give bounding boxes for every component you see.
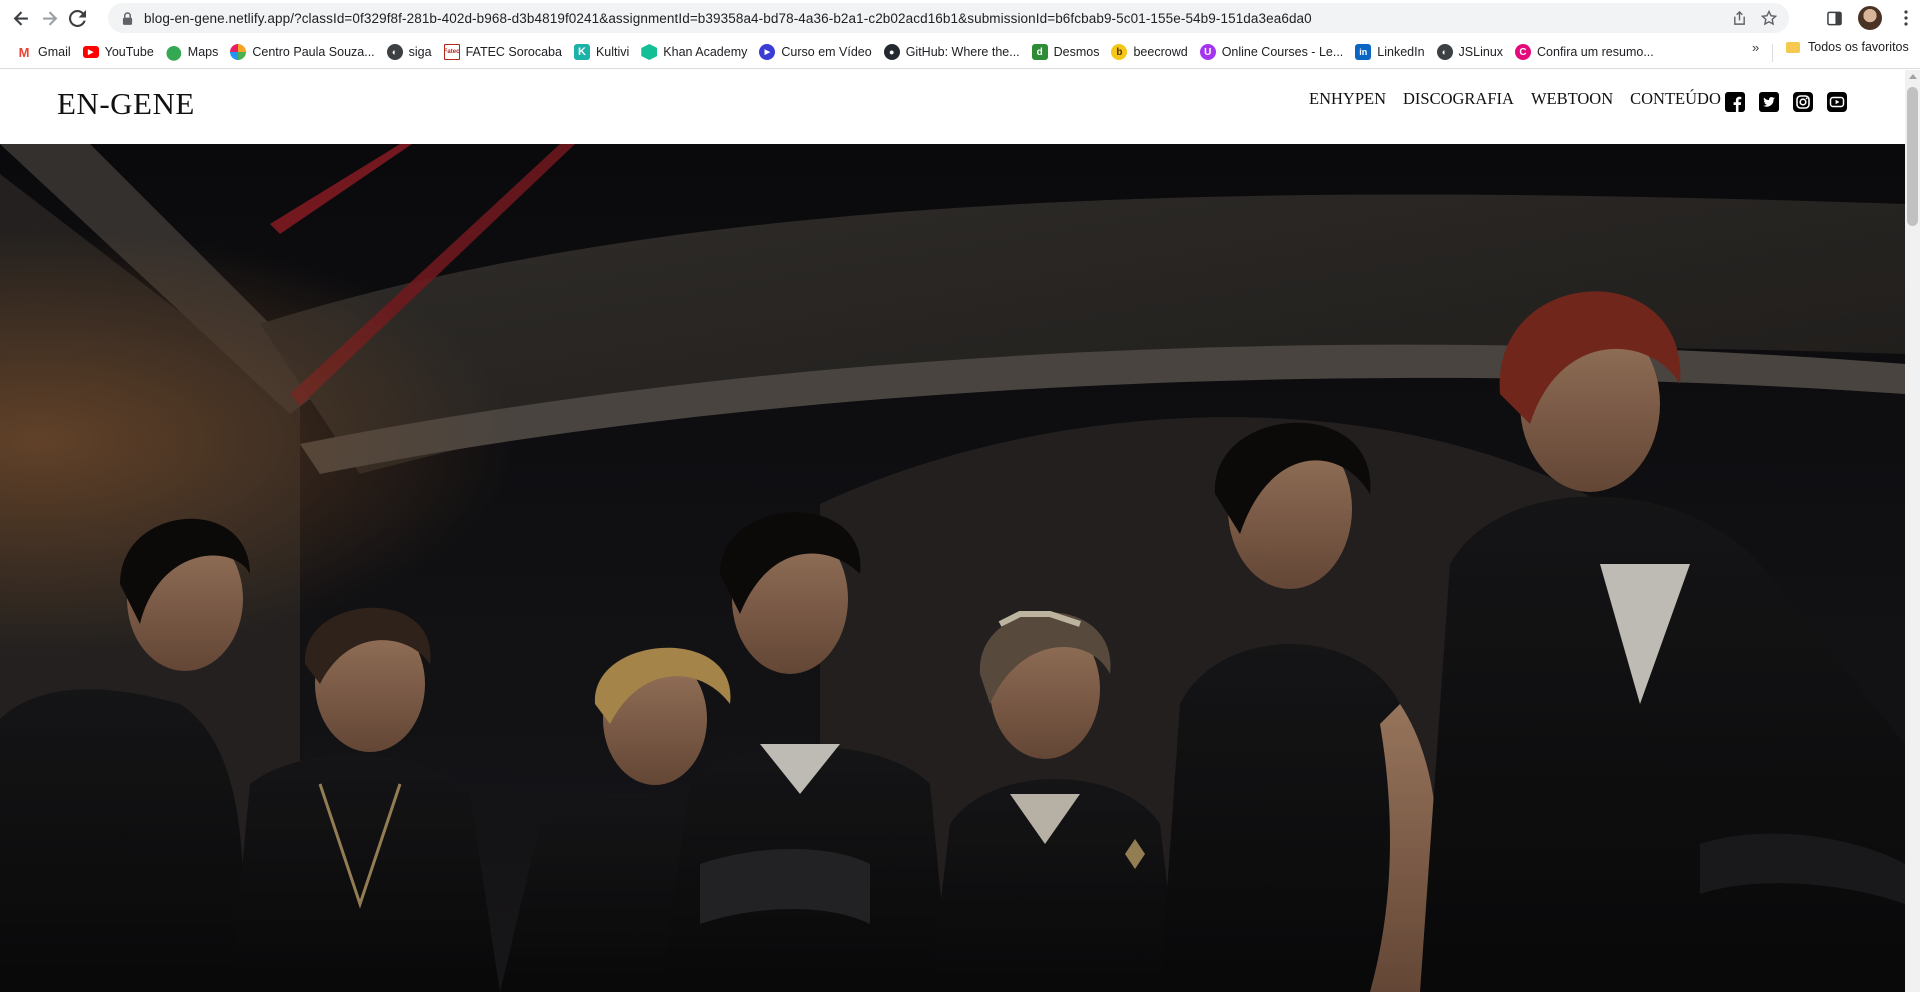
kebab-menu-icon (1904, 10, 1908, 26)
star-icon[interactable] (1759, 8, 1779, 28)
back-button[interactable] (7, 4, 35, 32)
share-icon[interactable] (1729, 8, 1749, 28)
bookmarks-divider (1772, 44, 1773, 62)
browser-menu-button[interactable] (1892, 4, 1920, 32)
social-links (1724, 91, 1847, 112)
canva-icon: C (1515, 44, 1532, 60)
web-page: EN-GENE ENHYPEN DISCOGRAFIA WEBTOON CONT… (0, 70, 1905, 992)
maps-icon: ⬤ (165, 43, 182, 60)
avatar (1858, 6, 1882, 30)
site-logo[interactable]: EN-GENE (57, 86, 195, 122)
bookmark-desmos[interactable]: d Desmos (1028, 40, 1108, 64)
folder-icon (1786, 41, 1800, 53)
kultivi-icon: K (573, 44, 590, 60)
paula-souza-icon (230, 44, 247, 60)
bookmarks-overflow-button[interactable]: » (1752, 40, 1759, 55)
bookmark-curso-em-video[interactable]: ▶ Curso em Vídeo (755, 40, 879, 64)
desmos-icon: d (1031, 44, 1048, 60)
facebook-icon[interactable] (1724, 91, 1745, 112)
globe-icon: ◐ (386, 44, 403, 60)
nav-webtoon[interactable]: WEBTOON (1531, 89, 1613, 109)
page-scrollbar[interactable] (1905, 70, 1920, 992)
youtube-icon[interactable] (1826, 91, 1847, 112)
site-header: EN-GENE ENHYPEN DISCOGRAFIA WEBTOON CONT… (0, 70, 1905, 144)
nav-conteudo[interactable]: CONTEÚDO (1630, 89, 1721, 109)
nav-enhypen[interactable]: ENHYPEN (1309, 89, 1386, 109)
gmail-icon: M (18, 44, 30, 60)
instagram-icon[interactable] (1792, 91, 1813, 112)
side-panel-icon (1826, 11, 1842, 25)
bookmark-confira-um-resumo[interactable]: C Confira um resumo... (1511, 40, 1662, 64)
all-bookmarks-button[interactable]: Todos os favoritos (1786, 40, 1909, 54)
bookmark-kultivi[interactable]: K Kultivi (570, 40, 637, 64)
lock-icon[interactable] (120, 11, 134, 25)
beecrowd-icon: b (1111, 44, 1128, 60)
youtube-icon: ▶ (82, 46, 99, 58)
bookmark-khan-academy[interactable]: Khan Academy (637, 40, 755, 64)
url-text[interactable]: blog-en-gene.netlify.app/?classId=0f329f… (144, 11, 1312, 26)
globe-icon: ◐ (1436, 44, 1453, 60)
bookmark-linkedin[interactable]: in LinkedIn (1351, 40, 1432, 64)
browser-toolbar: blog-en-gene.netlify.app/?classId=0f329f… (0, 0, 1920, 36)
forward-button[interactable] (35, 4, 63, 32)
bookmark-beecrowd[interactable]: b beecrowd (1107, 40, 1195, 64)
fatec-icon: Fatec (443, 44, 460, 60)
arrow-left-icon (13, 10, 28, 26)
side-panel-button[interactable] (1820, 4, 1848, 32)
reload-icon (68, 9, 86, 27)
linkedin-icon: in (1355, 44, 1372, 60)
khan-academy-icon (641, 44, 658, 60)
bookmark-jslinux[interactable]: ◐ JSLinux (1433, 40, 1511, 64)
github-icon: ● (883, 44, 900, 60)
address-bar[interactable]: blog-en-gene.netlify.app/?classId=0f329f… (108, 3, 1789, 33)
udemy-icon: U (1199, 44, 1216, 60)
scroll-up-arrow-icon[interactable] (1909, 74, 1917, 79)
hero-group-photo (0, 144, 1905, 992)
curso-em-video-icon: ▶ (759, 44, 776, 60)
bookmark-github[interactable]: ● GitHub: Where the... (880, 40, 1028, 64)
bookmarks-bar: M Gmail ▶ YouTube ⬤ Maps Centro Paula Souza… (0, 36, 1920, 69)
bookmark-siga[interactable]: ◐ siga (383, 40, 440, 64)
bookmark-centro-paula-souza[interactable]: Centro Paula Souza... (226, 40, 382, 64)
bookmark-maps[interactable]: ⬤ Maps (162, 40, 227, 64)
bookmark-youtube[interactable]: ▶ YouTube (79, 40, 162, 64)
bookmark-fatec-sorocaba[interactable]: Fatec FATEC Sorocaba (440, 40, 570, 64)
nav-discografia[interactable]: DISCOGRAFIA (1403, 89, 1514, 109)
bookmark-gmail[interactable]: M Gmail (12, 40, 79, 64)
group-photo-illustration (0, 144, 1905, 992)
main-nav: ENHYPEN DISCOGRAFIA WEBTOON CONTEÚDO (1309, 89, 1721, 109)
reload-button[interactable] (63, 4, 91, 32)
twitter-icon[interactable] (1758, 91, 1779, 112)
arrow-right-icon (42, 10, 57, 26)
profile-button[interactable] (1856, 4, 1884, 32)
scroll-thumb[interactable] (1907, 87, 1918, 226)
bookmark-online-courses[interactable]: U Online Courses - Le... (1196, 40, 1352, 64)
